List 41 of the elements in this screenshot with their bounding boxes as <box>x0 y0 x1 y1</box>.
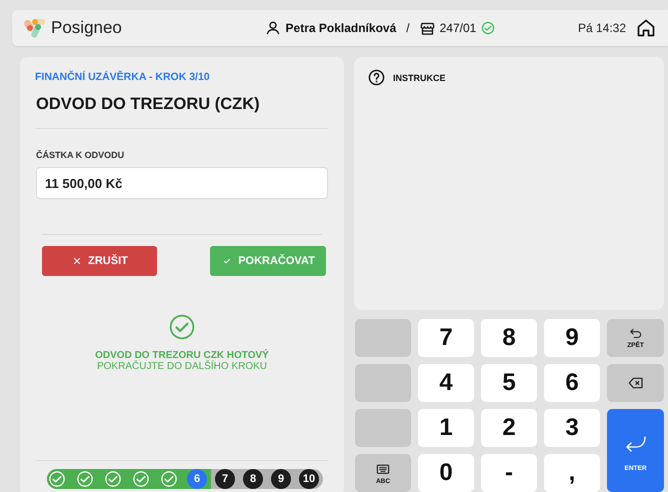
amount-field[interactable]: 11 500,00 Kč <box>36 167 328 199</box>
keypad-key[interactable]: 9 <box>544 319 600 357</box>
step-number: 8 <box>243 469 263 489</box>
home-icon <box>636 18 656 38</box>
keypad-key[interactable]: 0 <box>418 454 474 492</box>
keypad-key[interactable]: 5 <box>481 364 537 402</box>
status-hint: POKRAČUJTE DO DALŠÍHO KROKU <box>96 361 268 372</box>
blank-key[interactable] <box>355 319 411 357</box>
separator: / <box>406 21 410 35</box>
step-number: 9 <box>271 469 291 489</box>
keypad-key[interactable]: - <box>481 454 537 492</box>
blank-key[interactable] <box>355 409 411 447</box>
keypad-key[interactable]: 8 <box>481 319 537 357</box>
keypad-key[interactable]: 4 <box>418 364 474 402</box>
step-number: 6 <box>187 469 207 489</box>
keypad-key[interactable]: 2 <box>481 409 537 447</box>
keypad-key[interactable]: 6 <box>544 364 600 402</box>
help-icon <box>368 69 385 86</box>
field-label: ČÁSTKA K ODVODU <box>36 150 126 160</box>
status-title: ODVOD DO TREZORU CZK HOTOVÝ <box>95 350 269 361</box>
register-number: 247/01 <box>440 21 476 35</box>
keypad-key[interactable]: , <box>544 454 600 492</box>
clock: Pá 14:32 <box>578 21 626 35</box>
logo-icon <box>24 18 46 38</box>
store-icon <box>420 20 435 36</box>
step-caption: FINANČNÍ UZÁVĚRKA - KROK 3/10 <box>35 71 211 83</box>
keypad-key[interactable]: 7 <box>418 319 474 357</box>
instructions-title: INSTRUKCE <box>393 72 446 82</box>
cancel-button[interactable]: ZRUŠIT <box>42 246 157 276</box>
brand-name: Posigneo <box>51 18 122 38</box>
backspace-key[interactable] <box>607 364 664 402</box>
blank-key[interactable] <box>355 364 411 402</box>
user-icon <box>264 20 281 36</box>
success-check-icon <box>169 314 195 340</box>
keyboard-icon <box>374 462 392 476</box>
keypad-key[interactable]: 1 <box>418 409 474 447</box>
step-number: 7 <box>215 469 235 489</box>
keypad-key[interactable]: 3 <box>544 409 600 447</box>
user-name: Petra Pokladníková <box>286 21 396 35</box>
step-number: 10 <box>299 469 319 489</box>
page-title: ODVOD DO TREZORU (CZK) <box>36 95 261 114</box>
